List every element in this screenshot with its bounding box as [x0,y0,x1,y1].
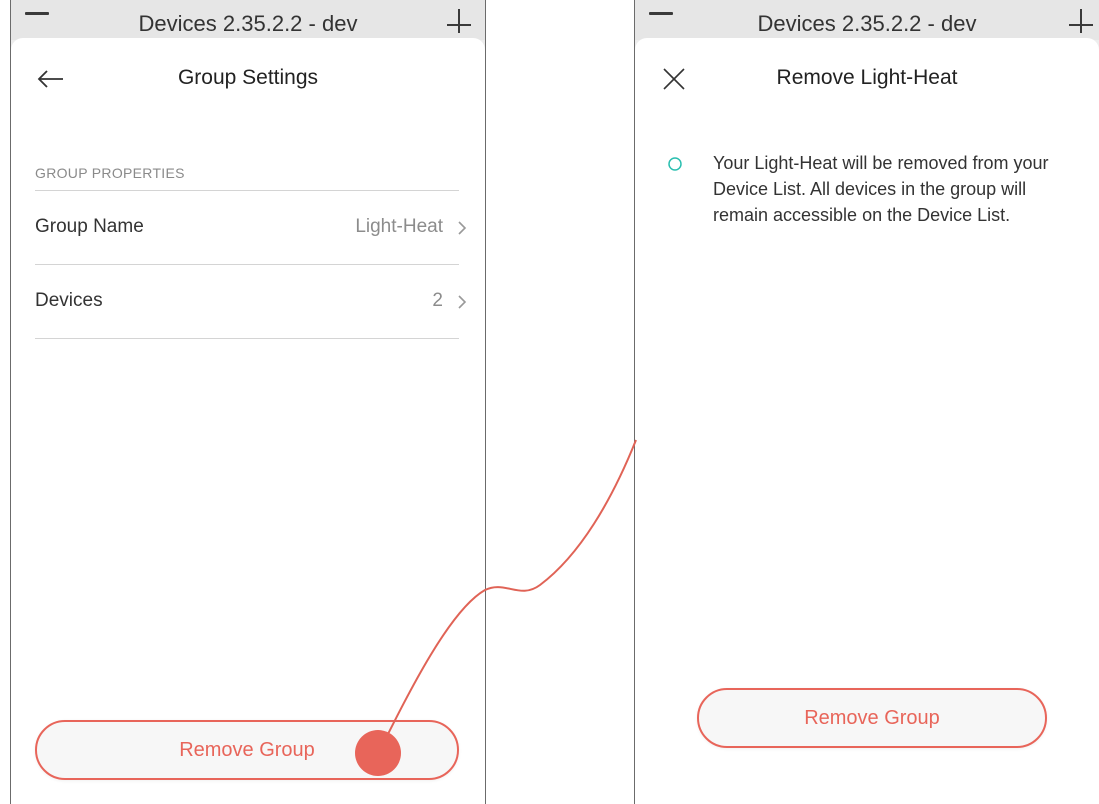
chevron-right-icon [458,221,467,235]
plus-icon [1069,9,1093,33]
divider [35,264,459,265]
remove-group-button[interactable]: Remove Group [697,688,1047,748]
divider [35,190,459,191]
row-value: Light-Heat [355,216,443,237]
row-value: 2 [432,290,443,311]
remove-group-button[interactable]: Remove Group [35,720,459,780]
section-label: GROUP PROPERTIES [35,165,185,181]
page-title: Remove Light-Heat [776,66,958,89]
background-title: Devices 2.35.2.2 - dev [757,11,977,36]
group-settings-screen: Devices 2.35.2.2 - dev Group Settings GR… [10,0,486,804]
group-name-row[interactable]: Group Name Light-Heat [35,192,469,264]
background-header: Devices 2.35.2.2 - dev [635,0,1099,40]
remove-group-screen: Devices 2.35.2.2 - dev Remove Light-Heat… [634,0,1099,804]
nav-bar: Remove Light-Heat [635,38,1099,118]
page-title: Group Settings [177,66,319,89]
row-label: Devices [35,290,103,311]
settings-sheet: Group Settings GROUP PROPERTIES Group Na… [11,38,485,804]
devices-row[interactable]: Devices 2 [35,266,469,338]
background-header: Devices 2.35.2.2 - dev [11,0,485,40]
divider [35,338,459,339]
circle-outline-icon [668,157,682,171]
notice-text: Your Light-Heat will be removed from you… [713,153,1049,225]
chevron-right-icon [458,295,467,309]
nav-bar: Group Settings [11,38,485,118]
background-title: Devices 2.35.2.2 - dev [138,11,358,36]
remove-sheet: Remove Light-Heat Your Light-Heat will b… [635,38,1099,804]
row-label: Group Name [35,216,144,237]
plus-icon [447,9,471,33]
